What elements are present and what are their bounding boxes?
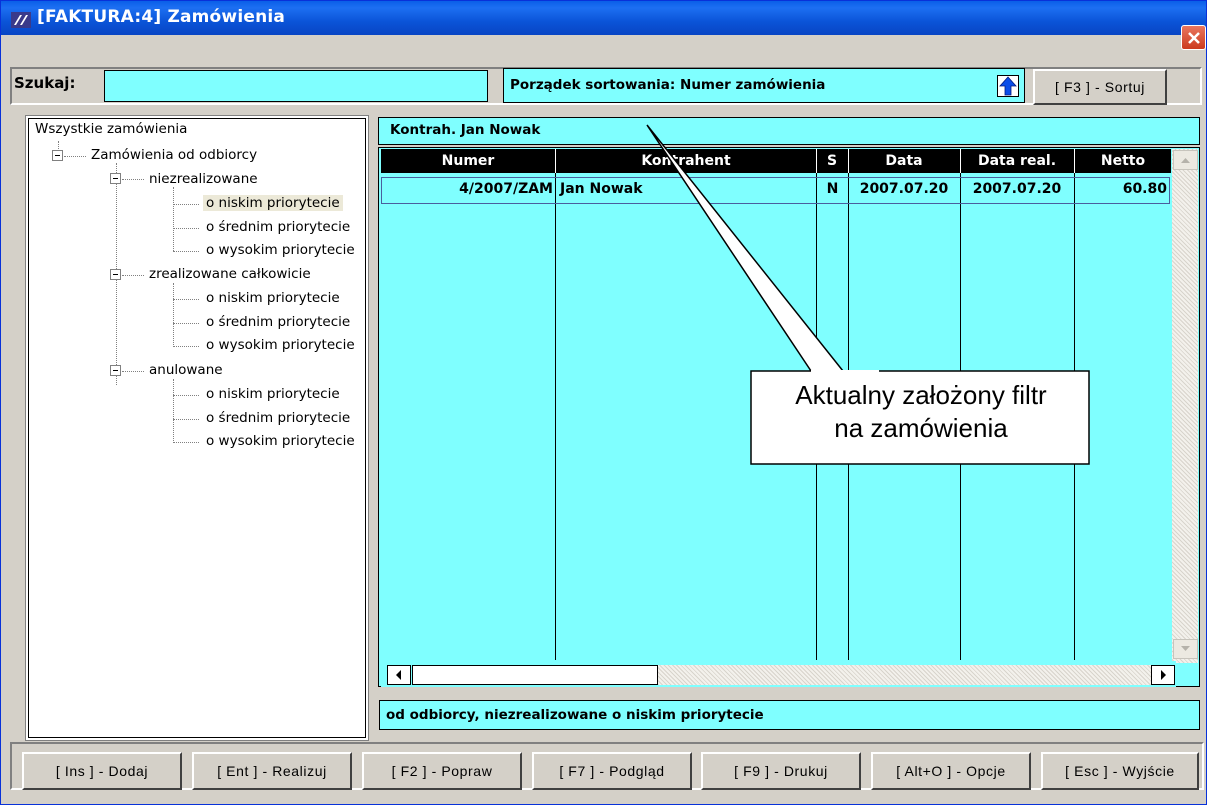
scroll-up-button[interactable]	[1173, 150, 1198, 170]
tree-line	[173, 228, 199, 229]
column-divider	[555, 149, 556, 173]
tree-line	[173, 299, 199, 300]
scroll-down-button[interactable]	[1173, 639, 1198, 659]
triangle-left-icon	[396, 670, 401, 680]
print-button[interactable]: [ F9 ] - Drukuj	[701, 752, 861, 790]
column-header-s[interactable]: S	[817, 149, 847, 173]
column-header-numer[interactable]: Numer	[381, 149, 555, 173]
callout-line-1: Aktualny założony filtr	[795, 380, 1047, 410]
tree-line	[173, 204, 199, 205]
collapse-icon[interactable]	[110, 365, 121, 376]
tree-section-zrealizowane[interactable]: zrealizowane całkowicie	[149, 266, 311, 282]
callout-line-2: na zamówienia	[834, 413, 1008, 443]
tree-item-sredni[interactable]: o średnim priorytecie	[206, 219, 350, 235]
edit-button[interactable]: [ F2 ] - Popraw	[362, 752, 522, 790]
close-button[interactable]	[1181, 25, 1206, 50]
tree-line	[173, 283, 174, 347]
tree-section-anulowane[interactable]: anulowane	[149, 362, 223, 378]
tree-line	[64, 156, 86, 157]
search-label: Szukaj:	[14, 74, 76, 92]
callout-text: Aktualny założony filtr na zamówienia	[753, 379, 1089, 445]
arrow-up-icon	[999, 76, 1017, 96]
sort-button[interactable]: [ F3 ] - Sortuj	[1033, 69, 1167, 105]
tree-line	[122, 179, 144, 180]
tree-section-niezrealizowane[interactable]: niezrealizowane	[149, 171, 258, 187]
tree-line	[173, 251, 199, 252]
triangle-down-icon	[1181, 646, 1190, 651]
tree-root[interactable]: Wszystkie zamówienia	[35, 121, 187, 137]
realize-button[interactable]: [ Ent ] - Realizuj	[192, 752, 352, 790]
search-input[interactable]	[104, 70, 488, 102]
column-divider	[816, 149, 817, 173]
tree-item-wysoki[interactable]: o wysokim priorytecie	[206, 242, 355, 258]
column-divider	[1074, 149, 1075, 173]
cell-kontrahent: Jan Nowak	[560, 181, 643, 197]
tree-line	[173, 346, 199, 347]
tree-line	[122, 275, 144, 276]
sort-direction-button[interactable]	[997, 75, 1019, 97]
collapse-icon[interactable]	[52, 150, 63, 161]
tree-item-sredni[interactable]: o średnim priorytecie	[206, 410, 350, 426]
column-divider	[848, 149, 849, 173]
tree-item-sredni[interactable]: o średnim priorytecie	[206, 314, 350, 330]
column-divider	[960, 149, 961, 173]
column-header-kontrahent[interactable]: Kontrahent	[557, 149, 815, 173]
sort-button-label: [ F3 ] - Sortuj	[1055, 79, 1145, 95]
tree-line	[173, 323, 199, 324]
status-text: od odbiorcy, niezrealizowane o niskim pr…	[386, 707, 764, 723]
column-header-data-real[interactable]: Data real.	[961, 149, 1073, 173]
sort-order-text: Porządek sortowania: Numer zamówienia	[510, 77, 826, 93]
triangle-right-icon	[1161, 670, 1166, 680]
tree-line	[173, 187, 174, 251]
tree-line	[173, 442, 199, 443]
cell-data-real: 2007.07.20	[972, 181, 1062, 197]
app-icon	[11, 12, 31, 28]
tree-item-niski[interactable]: o niskim priorytecie	[206, 386, 340, 402]
close-icon	[1188, 32, 1200, 44]
tree-item-wysoki[interactable]: o wysokim priorytecie	[206, 433, 355, 449]
vertical-scrollbar[interactable]	[1172, 149, 1198, 663]
cell-data: 2007.07.20	[859, 181, 949, 197]
cell-s: N	[826, 181, 839, 197]
tree-frame	[28, 118, 366, 738]
tree-line	[173, 395, 199, 396]
tree-line	[173, 419, 199, 420]
options-button[interactable]: [ Alt+O ] - Opcje	[871, 752, 1031, 790]
triangle-up-icon	[1181, 158, 1190, 163]
tree-item-niski[interactable]: o niskim priorytecie	[206, 290, 340, 306]
tree-item-wysoki[interactable]: o wysokim priorytecie	[206, 337, 355, 353]
column-header-data[interactable]: Data	[849, 149, 959, 173]
main-window: [FAKTURA:4] Zamówienia Szukaj: Porządek …	[0, 0, 1207, 805]
tree-item-niski-selected[interactable]: o niskim priorytecie	[203, 195, 343, 211]
tree-line	[122, 371, 144, 372]
exit-button[interactable]: [ Esc ] - Wyjście	[1041, 752, 1199, 790]
add-button[interactable]: [ Ins ] - Dodaj	[22, 752, 182, 790]
horizontal-scroll-thumb[interactable]	[412, 665, 658, 685]
cell-numer: 4/2007/ZAM	[459, 181, 553, 197]
title-bar[interactable]: [FAKTURA:4] Zamówienia	[1, 1, 1206, 35]
preview-button[interactable]: [ F7 ] - Podgląd	[532, 752, 692, 790]
tree-line	[173, 379, 174, 443]
column-header-netto[interactable]: Netto	[1075, 149, 1171, 173]
collapse-icon[interactable]	[110, 269, 121, 280]
scroll-right-button[interactable]	[1151, 665, 1175, 685]
column-divider	[555, 149, 556, 660]
scroll-left-button[interactable]	[387, 665, 411, 685]
cell-netto: 60.80	[1122, 181, 1167, 197]
window-title: [FAKTURA:4] Zamówienia	[37, 7, 286, 27]
filter-text: Kontrah. Jan Nowak	[390, 122, 541, 138]
tree-group-odbiorcy[interactable]: Zamówienia od odbiorcy	[91, 147, 257, 163]
collapse-icon[interactable]	[110, 173, 121, 184]
